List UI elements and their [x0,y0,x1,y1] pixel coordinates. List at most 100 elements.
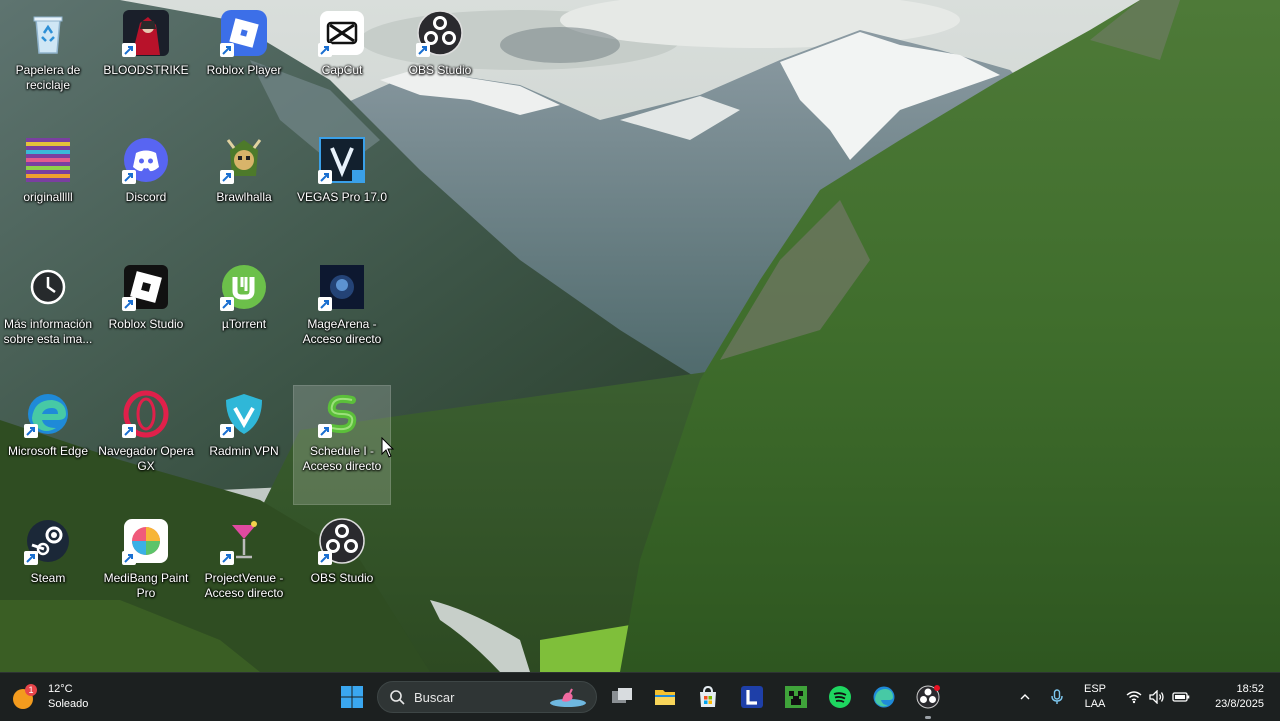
folder-icon [655,690,675,705]
shortcut-arrow-icon [122,297,136,311]
file-explorer-button[interactable] [645,673,685,721]
desktop-icon-label: Navegador Opera GX [98,444,194,473]
search-highlight-flamingo-icon [550,688,586,707]
sun-weather-icon: 1 [13,684,37,709]
clock-button[interactable]: 18:52 23/8/2025 [1196,673,1264,721]
mouse-cursor-icon [381,437,395,458]
desktop-icon-label: CapCut [321,63,363,77]
language-code: ESP [1083,683,1106,695]
desktop-icon-label: originalllll [23,190,73,204]
weather-widget[interactable]: 1 12°C Soleado [10,673,120,721]
task-view-button[interactable] [602,673,642,721]
desktop-icon-medibang[interactable]: MediBang Paint Pro [98,513,194,631]
desktop-icon-schedule-one[interactable]: Schedule I - Acceso directo [293,385,391,505]
desktop-icon-label: Más información sobre esta ima... [3,317,93,346]
keyboard-layout: LAA [1084,698,1106,710]
recycle-bin-icon [33,16,63,54]
image-file-icon [26,138,70,182]
spotify-button[interactable] [820,673,860,721]
desktop-icon-vegas-pro[interactable]: VEGAS Pro 17.0 [294,132,390,250]
task-view-icon [612,688,632,703]
desktop-icon-label: µTorrent [221,317,267,331]
desktop-icon-more-info[interactable]: Más información sobre esta ima... [0,259,96,377]
obs-studio-icon [916,685,940,709]
shortcut-arrow-icon [318,297,332,311]
desktop-icon-originalllll[interactable]: originalllll [0,132,96,250]
microsoft-store-button[interactable] [688,673,728,721]
desktop-icon-label: Roblox Studio [108,317,184,331]
desktop-icon-projectvenue[interactable]: ProjectVenue - Acceso directo [196,513,292,631]
desktop-icon-label: Papelera de reciclaje [15,63,81,92]
desktop-icon-label: OBS Studio [310,571,374,585]
microphone-icon [1051,689,1063,704]
desktop-icon-label: Roblox Player [206,63,282,77]
desktop-icon-discord[interactable]: Discord [98,132,194,250]
desktop-icon-label: OBS Studio [408,63,472,77]
start-button[interactable] [332,673,372,721]
spotify-icon [829,686,851,708]
desktop-icon-label: BLOODSTRIKE [103,63,189,77]
desktop-icon-brawlhalla[interactable]: Brawlhalla [196,132,292,250]
desktop-icon-label: Microsoft Edge [7,444,89,458]
shortcut-arrow-icon [24,551,38,565]
desktop-icon-label: VEGAS Pro 17.0 [296,190,388,204]
taskbar: 1 12°C Soleado Buscar ESP LAA 18:52 23/8… [0,672,1280,721]
minecraft-button[interactable] [776,673,816,721]
desktop-icon-label: Discord [125,190,167,204]
desktop-icon-bloodstrike[interactable]: BLOODSTRIKE [98,5,194,123]
desktop-icon-opera-gx[interactable]: Navegador Opera GX [98,386,194,504]
info-camera-icon [30,269,66,305]
shortcut-arrow-icon [24,424,38,438]
desktop-icon-obs-studio-2[interactable]: OBS Studio [294,513,390,631]
desktop-icon-steam[interactable]: Steam [0,513,96,631]
wifi-icon [1126,691,1142,704]
desktop-icon-roblox-player[interactable]: Roblox Player [196,5,292,123]
shortcut-arrow-icon [318,43,332,57]
desktop-icon-label: Brawlhalla [216,190,272,204]
input-language-button[interactable]: ESP LAA [1076,673,1114,721]
desktop-icon-microsoft-edge[interactable]: Microsoft Edge [0,386,96,504]
shortcut-arrow-icon [318,170,332,184]
shortcut-arrow-icon [318,424,332,438]
shortcut-arrow-icon [220,43,234,57]
weather-temperature: 12°C [48,683,73,695]
shortcut-arrow-icon [220,551,234,565]
battery-icon [1172,692,1190,702]
weather-condition: Soleado [48,698,89,710]
shortcut-arrow-icon [318,551,332,565]
desktop-icon-obs-studio-1[interactable]: OBS Studio [392,5,488,123]
chevron-up-icon [1020,694,1030,700]
show-hidden-icons-button[interactable] [1014,673,1036,721]
windows-start-icon [341,686,363,708]
speaker-icon [1149,690,1164,704]
desktop-icon-label: MediBang Paint Pro [103,571,189,600]
desktop-icon-roblox-studio[interactable]: Roblox Studio [98,259,194,377]
obs-taskbar-button[interactable] [908,673,948,721]
running-indicator [925,716,931,719]
search-box[interactable]: Buscar [377,681,597,713]
desktop-icon-utorrent[interactable]: µTorrent [196,259,292,377]
edge-icon [873,686,895,708]
weather-alert-badge: 1 [28,685,33,695]
edge-taskbar-button[interactable] [864,673,904,721]
shortcut-arrow-icon [220,297,234,311]
desktop-icon-radmin-vpn[interactable]: Radmin VPN [196,386,292,504]
desktop-icon-label: ProjectVenue - Acceso directo [204,571,284,600]
desktop-icon-label: Radmin VPN [209,444,279,458]
desktop-icon-capcut[interactable]: CapCut [294,5,390,123]
shortcut-arrow-icon [416,43,430,57]
clock-date: 23/8/2025 [1215,698,1264,710]
launcher-l-button[interactable] [732,673,772,721]
desktop-icon-recycle-bin[interactable]: Papelera de reciclaje [0,5,96,123]
desktop-icon-magearena[interactable]: MageArena - Acceso directo [294,259,390,377]
shortcut-arrow-icon [220,424,234,438]
shortcut-arrow-icon [122,170,136,184]
desktop-icon-label: MageArena - Acceso directo [302,317,382,346]
l-app-icon [741,686,763,708]
quick-settings-button[interactable] [1122,673,1194,721]
shortcut-arrow-icon [220,170,234,184]
minecraft-icon [785,686,807,708]
microphone-button[interactable] [1046,673,1068,721]
shortcut-arrow-icon [122,43,136,57]
search-icon [390,690,405,705]
